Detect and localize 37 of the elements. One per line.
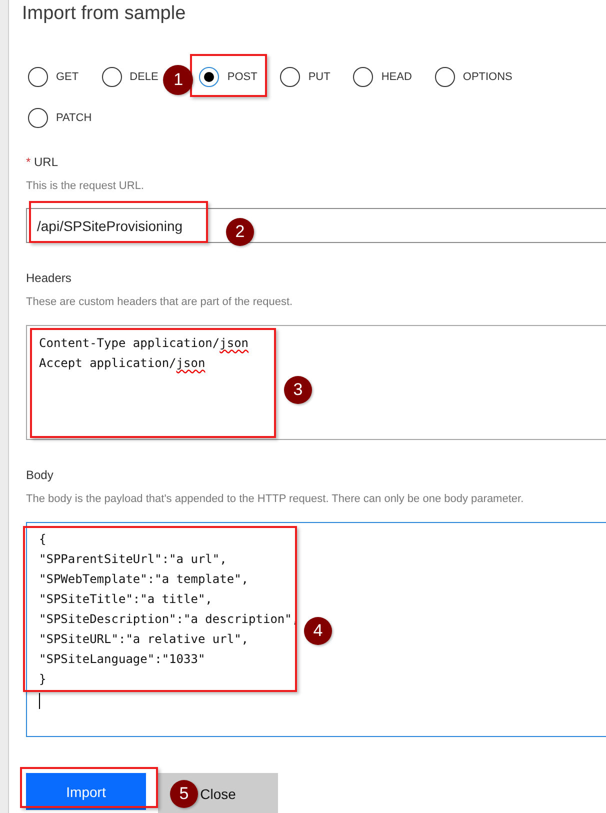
code-line: "SPWebTemplate":"a template", — [39, 571, 249, 588]
field-label: * URL — [26, 154, 60, 170]
radio-label: GET — [56, 71, 79, 83]
code-line: "SPParentSiteUrl":"a url", — [39, 551, 227, 568]
code-line: "SPSiteDescription":"a description", — [39, 611, 300, 628]
radio-button[interactable] — [28, 108, 48, 128]
code-line: "SPSiteURL":"a relative url", — [39, 631, 249, 648]
field-label: Body — [26, 467, 54, 483]
radio-button[interactable] — [280, 67, 300, 87]
radio-label: PUT — [308, 71, 330, 83]
code-line: Accept application/json — [39, 355, 206, 372]
annotation-badge: 3 — [284, 376, 312, 404]
text-caret-icon — [39, 693, 40, 709]
radio-button[interactable] — [434, 67, 455, 87]
annotation-badge: 4 — [304, 617, 332, 645]
code-line: "SPSiteLanguage":"1033" — [39, 651, 206, 668]
radio-label: PATCH — [56, 112, 92, 124]
code-line: Content-Type application/json — [39, 335, 249, 352]
radio-button[interactable] — [28, 67, 48, 87]
field-description: These are custom headers that are part of the request. — [26, 295, 294, 310]
dialog-title: Import from sample — [22, 2, 187, 26]
field-description: The body is the payload that's appended to the HTTP request. There can only be one body parameter. — [26, 492, 525, 507]
code-line: } — [39, 671, 46, 688]
code-line: { — [39, 531, 46, 548]
annotation-badge: 2 — [226, 218, 254, 246]
radio-label: OPTIONS — [462, 71, 512, 83]
radio-label: DELE — [130, 71, 158, 83]
field-label: Headers — [26, 270, 72, 286]
field-description: This is the request URL. — [26, 179, 145, 194]
radio-button[interactable] — [102, 67, 122, 87]
radio-button[interactable] — [199, 67, 220, 87]
import-button[interactable]: Import — [26, 773, 146, 810]
radio-button[interactable] — [353, 67, 374, 87]
radio-label: POST — [227, 71, 258, 83]
annotation-badge: 1 — [163, 65, 194, 95]
radio-label: HEAD — [381, 71, 412, 83]
code-line: "SPSiteTitle":"a title", — [39, 591, 212, 608]
